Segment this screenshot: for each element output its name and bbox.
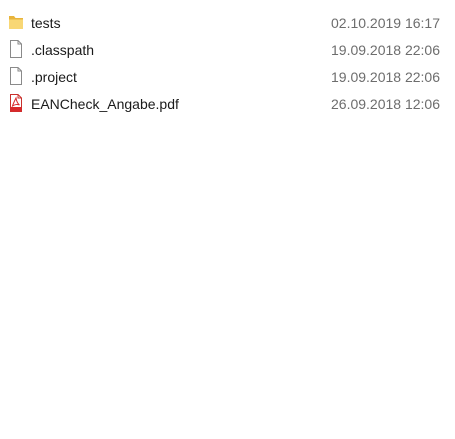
file-modified-date: 02.10.2019 16:17 [331, 15, 440, 31]
file-row-project[interactable]: .project 19.09.2018 22:06 [0, 63, 455, 90]
file-row-eancheck-angabe-pdf[interactable]: EANCheck_Angabe.pdf 26.09.2018 12:06 [0, 90, 455, 117]
file-row-tests[interactable]: tests 02.10.2019 16:17 [0, 9, 455, 36]
file-name: .project [31, 69, 77, 85]
file-list: tests 02.10.2019 16:17 .classpath 19.09.… [0, 9, 455, 117]
file-name: tests [31, 15, 61, 31]
file-modified-date: 19.09.2018 22:06 [331, 69, 440, 85]
file-modified-date: 26.09.2018 12:06 [331, 96, 440, 112]
file-row-classpath[interactable]: .classpath 19.09.2018 22:06 [0, 36, 455, 63]
file-name: .classpath [31, 42, 95, 58]
file-modified-date: 19.09.2018 22:06 [331, 42, 440, 58]
file-name: EANCheck_Angabe.pdf [31, 96, 179, 112]
folder-icon [8, 12, 24, 32]
file-icon [8, 39, 24, 59]
pdf-icon [8, 93, 24, 113]
file-icon [8, 66, 24, 86]
